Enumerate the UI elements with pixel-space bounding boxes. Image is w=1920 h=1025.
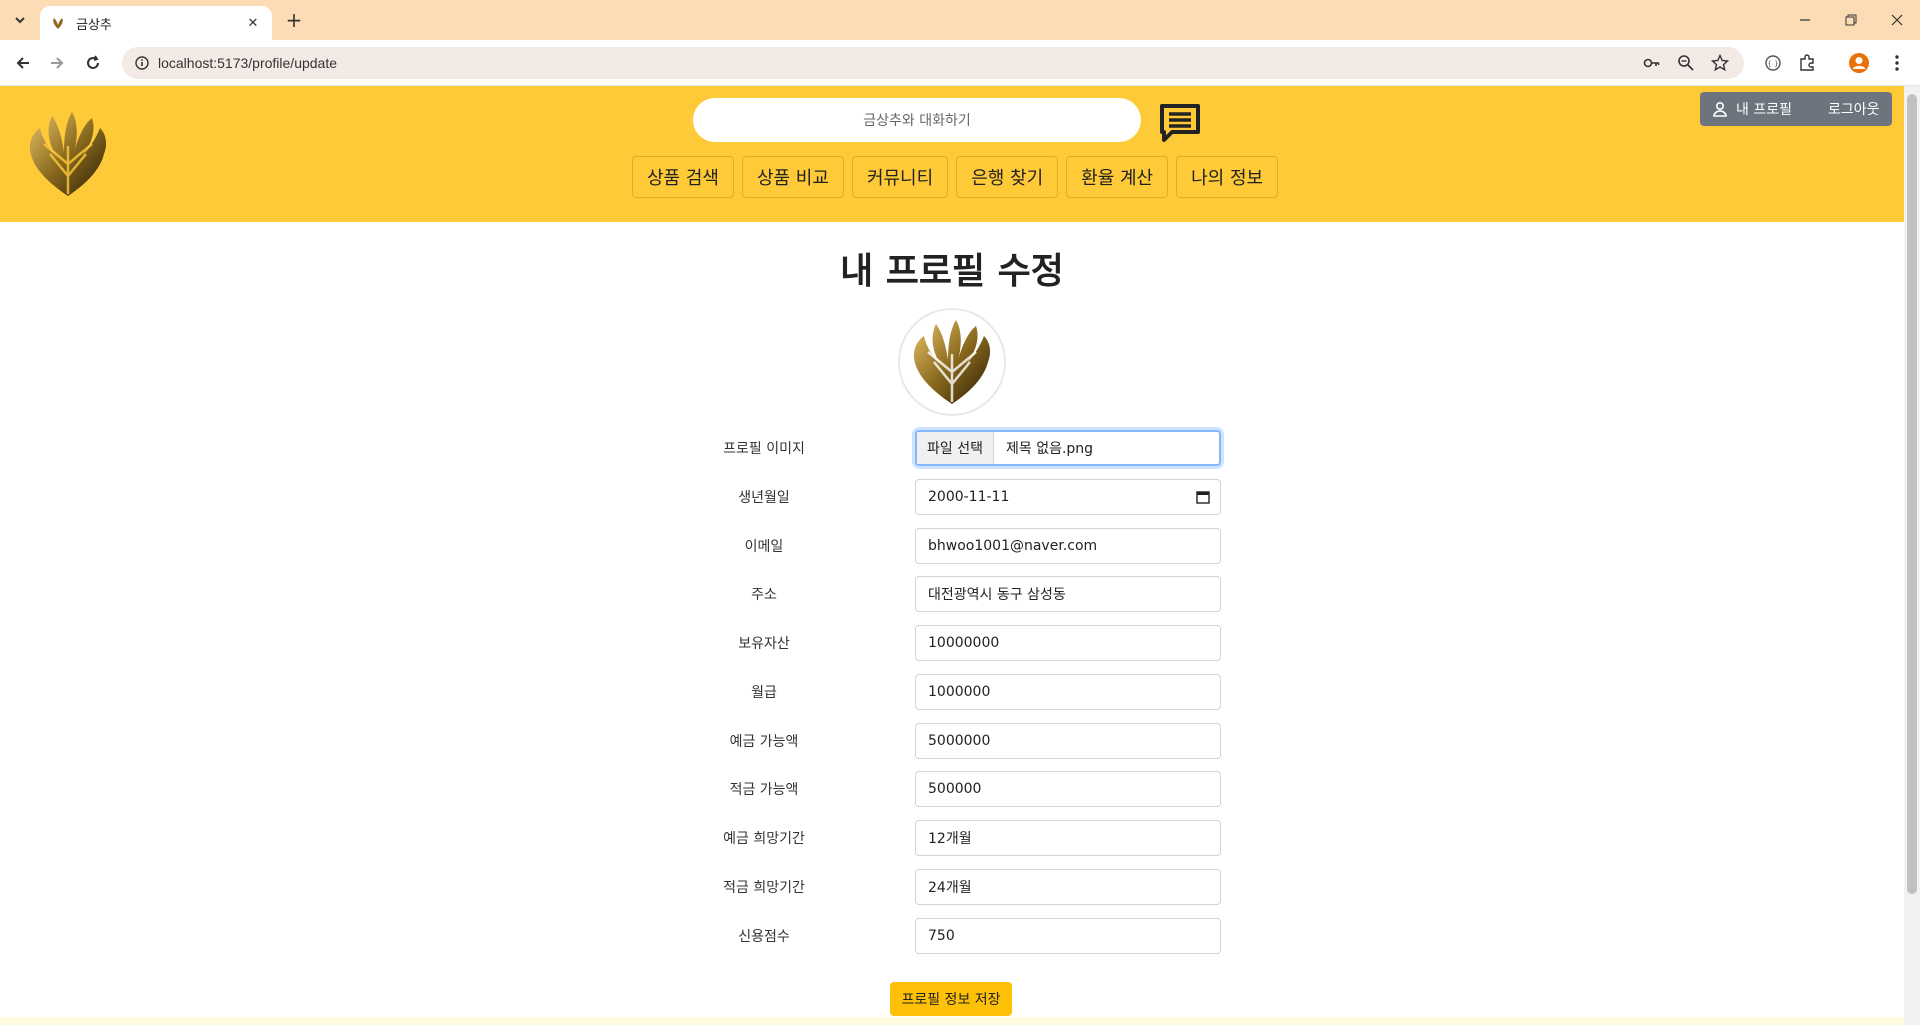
scrollbar-thumb[interactable]: [1907, 94, 1917, 894]
address-input[interactable]: 대전광역시 동구 삼성동: [915, 576, 1221, 612]
salary-label: 월급: [751, 685, 777, 701]
main-nav: 상품 검색 상품 비교 커뮤니티 은행 찾기 환율 계산 나의 정보: [632, 156, 1279, 198]
browser-tabbar: 금상추 ✕ +: [0, 0, 1920, 40]
reload-icon[interactable]: [80, 50, 106, 76]
selected-file-name: 제목 없음.png: [1005, 441, 1094, 457]
back-arrow-icon[interactable]: [10, 50, 36, 76]
saving-period-label: 적금 희망기간: [723, 880, 805, 896]
assets-label: 보유자산: [738, 636, 790, 652]
lettuce-avatar-icon: [913, 320, 991, 404]
chat-message-icon[interactable]: [1156, 98, 1204, 146]
tab-list-chevron-icon[interactable]: [8, 8, 32, 32]
nav-bank-finder[interactable]: 은행 찾기: [956, 156, 1059, 198]
assets-row: 보유자산 10000000: [690, 625, 1222, 661]
chat-input[interactable]: 금상추와 대화하기: [693, 98, 1141, 142]
deposit-period-input[interactable]: 12개월: [915, 820, 1221, 856]
credit-score-input[interactable]: 750: [915, 918, 1221, 954]
page-content: 금상추와 대화하기 상품 검색 상품 비교 커뮤니티 은행 찾기 환율 계산 나…: [0, 86, 1904, 1025]
address-label: 주소: [751, 587, 777, 603]
deposit-amount-row: 예금 가능액 5000000: [690, 723, 1222, 759]
profile-avatar-icon[interactable]: [1846, 50, 1872, 76]
assets-input[interactable]: 10000000: [915, 625, 1221, 661]
new-tab-plus-icon[interactable]: +: [282, 8, 306, 32]
saving-period-row: 적금 희망기간 24개월: [690, 869, 1222, 905]
browser-menu-icon[interactable]: [1884, 50, 1910, 76]
birthdate-label: 생년월일: [738, 490, 790, 506]
email-label: 이메일: [744, 539, 784, 555]
credit-score-row: 신용점수 750: [690, 918, 1222, 954]
user-icon: [1713, 101, 1727, 117]
address-bar[interactable]: localhost:5173/profile/update: [122, 47, 1744, 79]
logout-button[interactable]: 로그아웃: [1816, 92, 1892, 126]
my-profile-label: 내 프로필: [1736, 102, 1792, 118]
lettuce-logo-icon[interactable]: [20, 106, 116, 202]
tab-title: 금상추: [76, 17, 112, 33]
saving-period-input[interactable]: 24개월: [915, 869, 1221, 905]
nav-product-search[interactable]: 상품 검색: [632, 156, 734, 198]
deposit-amount-input[interactable]: 5000000: [915, 723, 1221, 759]
salary-input[interactable]: 1000000: [915, 674, 1221, 710]
profile-image-file-input[interactable]: 파일 선택 제목 없음.png: [915, 430, 1221, 466]
saving-amount-row: 적금 가능액 500000: [690, 771, 1222, 807]
save-profile-button[interactable]: 프로필 정보 저장: [890, 982, 1012, 1016]
page-title: 내 프로필 수정: [840, 251, 1064, 292]
saving-amount-input[interactable]: 500000: [915, 771, 1221, 807]
site-info-icon[interactable]: [126, 47, 158, 79]
credit-score-label: 신용점수: [738, 929, 790, 945]
browser-toolbar: localhost:5173/profile/update { }: [0, 40, 1920, 86]
extension-dev-icon[interactable]: { }: [1760, 50, 1786, 76]
close-tab-icon[interactable]: ✕: [244, 14, 262, 32]
url-text[interactable]: localhost:5173/profile/update: [158, 55, 337, 71]
profile-avatar: [898, 308, 1006, 416]
bookmark-star-icon[interactable]: [1710, 53, 1730, 73]
password-key-icon[interactable]: [1642, 53, 1662, 73]
deposit-amount-label: 예금 가능액: [729, 734, 799, 750]
lettuce-favicon-icon: [53, 18, 63, 29]
email-row: 이메일 bhwoo1001@naver.com: [690, 528, 1222, 564]
deposit-period-label: 예금 희망기간: [723, 831, 805, 847]
nav-my-info[interactable]: 나의 정보: [1176, 156, 1279, 198]
birthdate-input[interactable]: 2000-11-11: [915, 479, 1221, 515]
nav-community[interactable]: 커뮤니티: [851, 156, 949, 198]
profile-image-label: 프로필 이미지: [723, 441, 805, 457]
deposit-period-row: 예금 희망기간 12개월: [690, 820, 1222, 856]
saving-amount-label: 적금 가능액: [729, 782, 799, 798]
page-scrollbar[interactable]: [1904, 86, 1920, 1025]
birthdate-value: 2000-11-11: [928, 489, 1010, 505]
birthdate-row: 생년월일 2000-11-11: [690, 479, 1222, 515]
forward-arrow-icon[interactable]: [44, 50, 70, 76]
minimize-icon[interactable]: [1790, 6, 1820, 34]
page-bottom-strip: [0, 1017, 1904, 1025]
extensions-puzzle-icon[interactable]: [1794, 50, 1820, 76]
svg-text:{ }: { }: [1767, 60, 1778, 68]
choose-file-button[interactable]: 파일 선택: [917, 432, 994, 464]
calendar-icon[interactable]: [1196, 490, 1210, 504]
profile-image-row: 프로필 이미지 파일 선택 제목 없음.png: [690, 430, 1222, 466]
salary-row: 월급 1000000: [690, 674, 1222, 710]
close-window-icon[interactable]: [1882, 6, 1912, 34]
browser-tab[interactable]: 금상추 ✕: [40, 6, 272, 40]
nav-product-compare[interactable]: 상품 비교: [741, 156, 844, 198]
site-header: 금상추와 대화하기 상품 검색 상품 비교 커뮤니티 은행 찾기 환율 계산 나…: [0, 86, 1904, 222]
restore-icon[interactable]: [1836, 6, 1866, 34]
nav-exchange-calculator[interactable]: 환율 계산: [1066, 156, 1169, 198]
email-input[interactable]: bhwoo1001@naver.com: [915, 528, 1221, 564]
address-row: 주소 대전광역시 동구 삼성동: [690, 576, 1222, 612]
zoom-icon[interactable]: [1676, 53, 1696, 73]
